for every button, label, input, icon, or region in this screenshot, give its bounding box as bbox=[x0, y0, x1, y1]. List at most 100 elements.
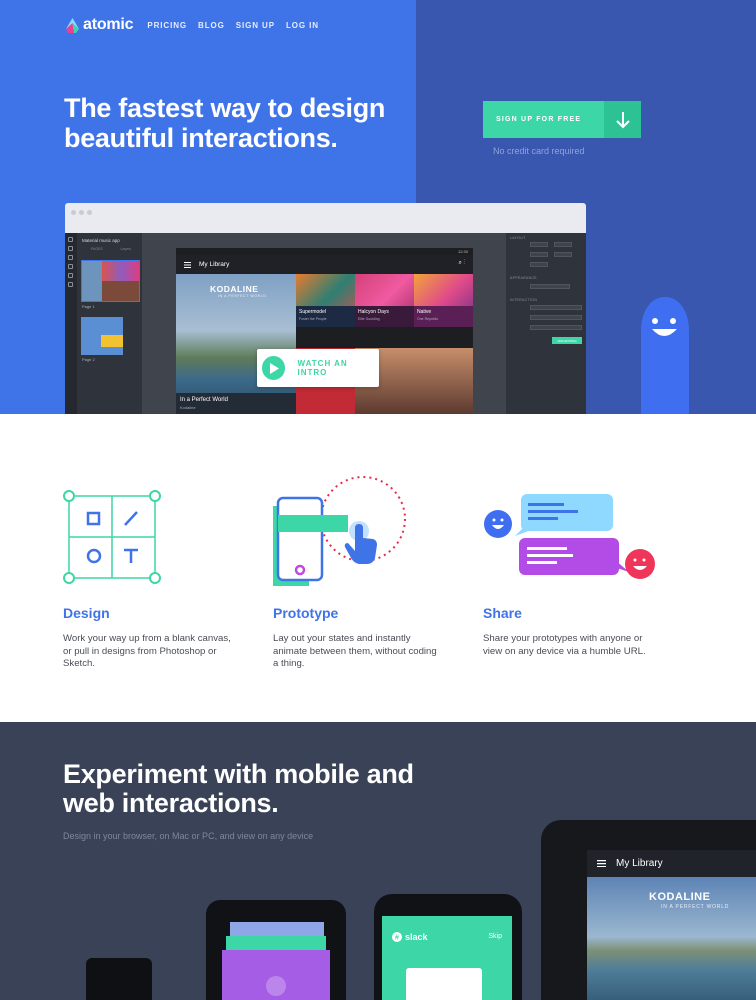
w-field[interactable] bbox=[554, 242, 572, 247]
tool-strip bbox=[65, 233, 77, 414]
thumbnail-art bbox=[102, 281, 139, 301]
album-title: Halcyon Days bbox=[358, 309, 389, 315]
add-editing-button[interactable]: ADD EDITING bbox=[552, 337, 582, 344]
tablet-screen: My Library KODALINE IN A PERFECT WORLD bbox=[587, 850, 756, 1000]
ellipse-tool-icon[interactable] bbox=[68, 255, 73, 260]
status-time: 12:30 bbox=[457, 249, 468, 254]
window-titlebar bbox=[65, 203, 586, 222]
feature-title: Design bbox=[63, 605, 110, 621]
page-thumbnail-1[interactable] bbox=[81, 260, 140, 302]
album-artist: Foster the People bbox=[299, 317, 327, 321]
select-tool-icon[interactable] bbox=[68, 237, 73, 242]
hero-section: atomic PRICING BLOG SIGN UP LOG IN The f… bbox=[0, 0, 756, 414]
nav-login-link[interactable]: LOG IN bbox=[286, 21, 319, 30]
menu-icon bbox=[184, 261, 191, 268]
pages-panel: Material music app PAGES Layers Page 1 P… bbox=[65, 233, 142, 414]
text-tool-icon[interactable] bbox=[68, 264, 73, 269]
trigger-select[interactable] bbox=[530, 305, 582, 310]
thumbnail-art bbox=[102, 261, 139, 281]
pen-tool-icon[interactable] bbox=[68, 282, 73, 287]
image-tool-icon[interactable] bbox=[68, 273, 73, 278]
svg-text:#: # bbox=[395, 935, 399, 942]
album-title: Native bbox=[417, 309, 432, 315]
tablet-art-title: KODALINE bbox=[649, 891, 711, 903]
album-caption: Native One Republic bbox=[414, 306, 473, 327]
smartwatch-device bbox=[86, 958, 152, 1000]
nav-signup-link[interactable]: SIGN UP bbox=[236, 21, 275, 30]
album-tile-kodaline: KODALINE IN A PERFECT WORLD In a Perfect… bbox=[176, 274, 296, 414]
chat-card bbox=[406, 968, 482, 1000]
album-art-title: KODALINE bbox=[210, 284, 259, 294]
rectangle-tool-icon[interactable] bbox=[68, 246, 73, 251]
rotate-field[interactable] bbox=[530, 262, 548, 267]
hero-headline: The fastest way to design beautiful inte… bbox=[64, 93, 386, 153]
android-device bbox=[206, 900, 346, 1000]
arrow-down-icon bbox=[604, 101, 641, 138]
project-title: Material music app bbox=[82, 238, 120, 243]
interaction-section-label: INTERACTION bbox=[510, 298, 538, 302]
properties-panel: LAYOUT APPEARANCE INTERACTION ADD EDITIN… bbox=[506, 233, 586, 414]
x-field[interactable] bbox=[530, 242, 548, 247]
feature-title: Share bbox=[483, 605, 522, 621]
devices-section: Experiment with mobile and web interacti… bbox=[0, 722, 756, 1000]
y-field[interactable] bbox=[530, 252, 548, 257]
landing-page: atomic PRICING BLOG SIGN UP LOG IN The f… bbox=[0, 0, 756, 1000]
iphone-device: # slack Skip bbox=[374, 894, 522, 1000]
goto-select[interactable] bbox=[530, 315, 582, 320]
page-thumbnail-2[interactable] bbox=[81, 317, 123, 355]
design-canvas[interactable]: 12:30 My Library ⌕ ⋮ KODALINE IN A PERFE… bbox=[176, 248, 473, 414]
watch-intro-label: WATCH AN INTRO bbox=[297, 359, 348, 377]
album-tile-supermodel: Supermodel Foster the People bbox=[296, 274, 355, 327]
album-tile-native: Native One Republic bbox=[414, 274, 473, 327]
signup-free-button[interactable]: SIGN UP FOR FREE bbox=[483, 101, 641, 138]
album-caption: Supermodel Foster the People bbox=[296, 306, 355, 327]
motion-select[interactable] bbox=[530, 325, 582, 330]
album-caption: In a Perfect World Kodaline bbox=[176, 393, 296, 414]
card-stack-art bbox=[222, 922, 330, 1000]
devices-subtitle: Design in your browser, on Mac or PC, an… bbox=[63, 831, 314, 841]
prototype-touch-icon bbox=[273, 476, 406, 586]
no-credit-card-note: No credit card required bbox=[493, 146, 585, 156]
skip-link[interactable]: Skip bbox=[488, 933, 502, 940]
signup-free-label: SIGN UP FOR FREE bbox=[496, 116, 582, 123]
canvas-title: My Library bbox=[199, 261, 230, 268]
nav-pricing-link[interactable]: PRICING bbox=[147, 21, 187, 30]
album-art-subtitle: IN A PERFECT WORLD bbox=[218, 294, 267, 298]
logo-text: atomic bbox=[83, 16, 134, 33]
radius-field[interactable] bbox=[530, 284, 570, 289]
nav-blog-link[interactable]: BLOG bbox=[198, 21, 225, 30]
tablet-app-bar: My Library bbox=[587, 850, 756, 877]
album-tile-halcyon: Halcyon Days Ellie Goulding bbox=[355, 274, 414, 327]
page-label-2: Page 2 bbox=[82, 357, 95, 362]
watch-intro-button[interactable]: WATCH AN INTRO bbox=[257, 349, 379, 387]
album-artist: Ellie Goulding bbox=[358, 317, 380, 321]
tab-layers[interactable]: Layers bbox=[121, 247, 132, 254]
page-label-1: Page 1 bbox=[82, 304, 95, 309]
window-dot bbox=[87, 210, 92, 215]
h-field[interactable] bbox=[554, 252, 572, 257]
atomic-logo-icon bbox=[66, 17, 79, 33]
tablet-device: My Library KODALINE IN A PERFECT WORLD bbox=[541, 820, 756, 1000]
play-icon bbox=[262, 356, 286, 380]
status-bar: 12:30 bbox=[176, 248, 473, 255]
slack-label: slack bbox=[405, 932, 428, 942]
devices-headline: Experiment with mobile and web interacti… bbox=[63, 759, 414, 818]
tab-pages[interactable]: PAGES bbox=[91, 247, 103, 254]
tablet-title: My Library bbox=[616, 858, 663, 869]
tablet-art-subtitle: IN A PERFECT WORLD bbox=[661, 904, 730, 910]
logo[interactable]: atomic bbox=[66, 16, 134, 34]
iphone-screen: # slack Skip bbox=[382, 916, 512, 1000]
feature-description: Share your prototypes with anyone or vie… bbox=[483, 633, 646, 657]
tablet-album-art: KODALINE IN A PERFECT WORLD bbox=[587, 877, 756, 1000]
album-artist: One Republic bbox=[417, 317, 439, 321]
menu-icon bbox=[597, 860, 606, 867]
search-icon: ⌕ ⋮ bbox=[458, 260, 465, 266]
features-section: Design Work your way up from a blank can… bbox=[0, 414, 756, 722]
thumbnail-art bbox=[82, 261, 102, 301]
appearance-section-label: APPEARANCE bbox=[510, 276, 537, 280]
slack-logo: # slack bbox=[392, 932, 428, 942]
slack-icon: # bbox=[392, 932, 402, 942]
feature-title: Prototype bbox=[273, 605, 339, 621]
canvas-app-bar: My Library bbox=[176, 255, 473, 274]
window-dot bbox=[79, 210, 84, 215]
